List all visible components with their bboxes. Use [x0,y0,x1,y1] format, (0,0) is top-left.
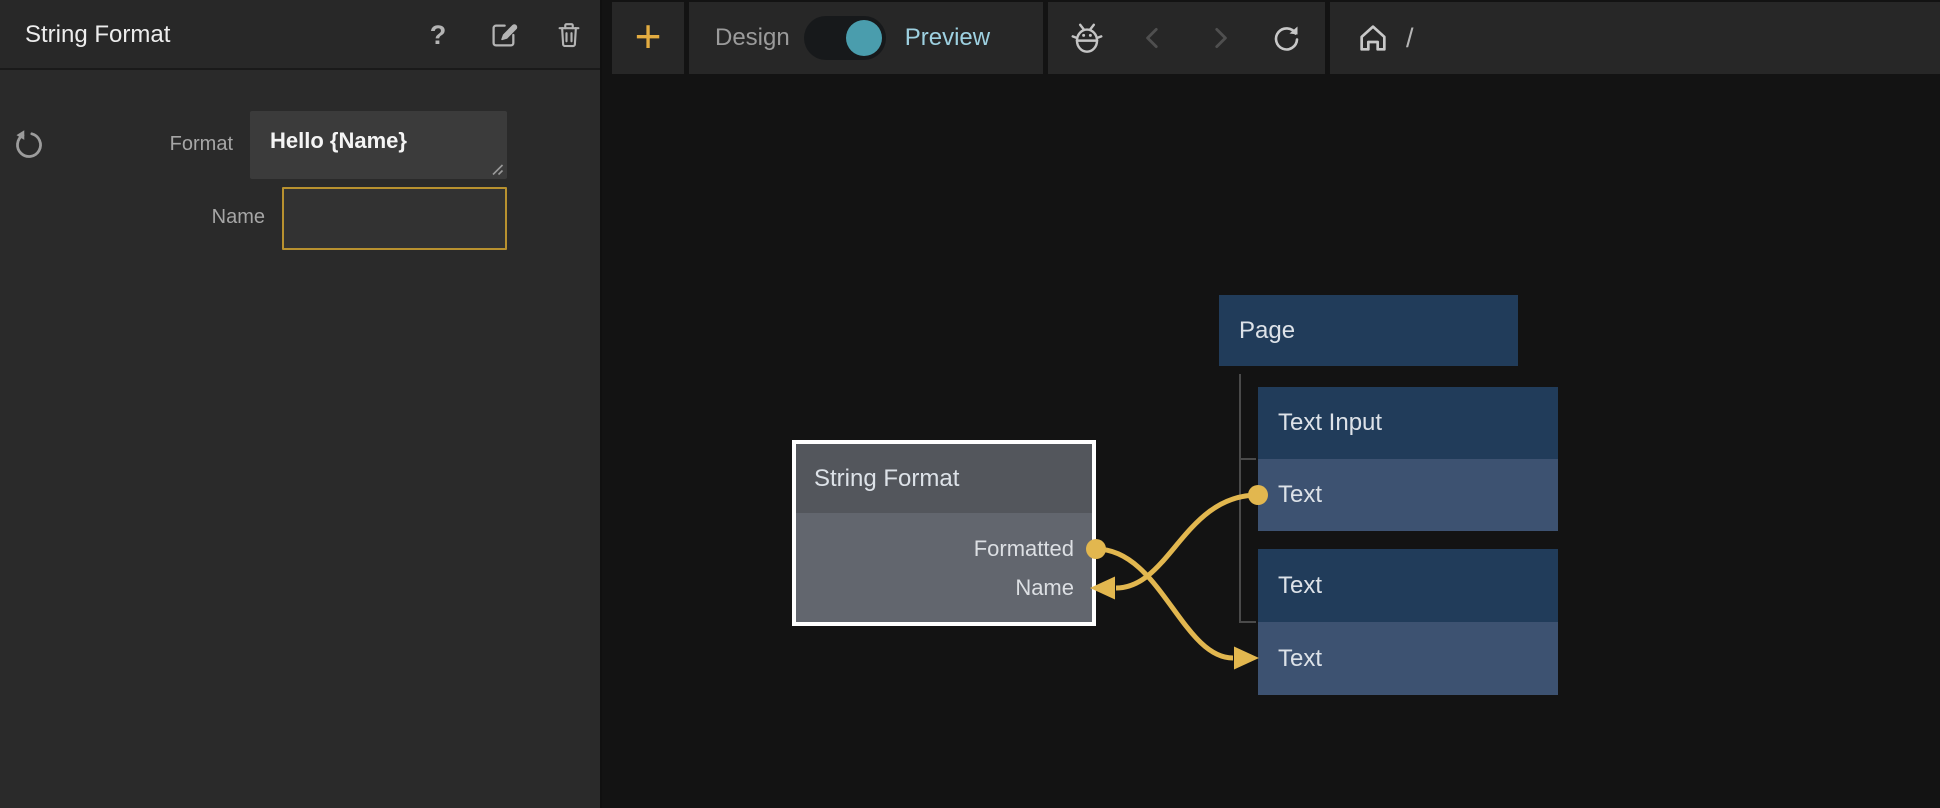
reset-icon [12,129,44,161]
url-bar-section: / [1330,2,1940,74]
node-title: Page [1239,317,1295,345]
nav-forward-icon [1207,25,1233,51]
node-string-format-header: String Format [796,444,1092,513]
name-property-label: Name [60,206,265,229]
format-textarea[interactable]: Hello {Name} [250,111,507,179]
help-button[interactable]: ? [420,0,456,70]
reset-button[interactable] [12,129,44,161]
name-input[interactable] [282,187,507,250]
connection-formatted-to-text[interactable] [1096,549,1233,658]
node-text-header: Text [1258,549,1558,622]
debug-button[interactable] [1068,19,1106,57]
node-page-header: Page [1219,295,1518,366]
help-icon: ? [430,20,447,51]
node-string-format-body: Formatted Name [796,513,1092,622]
port-label: Text [1278,481,1322,509]
property-panel-header: String Format ? [0,0,600,70]
node-text-input-port-text[interactable]: Text [1258,459,1558,531]
home-button[interactable] [1354,19,1392,57]
connection-arrowhead [1234,647,1259,670]
refresh-button[interactable] [1267,19,1305,57]
nav-back-icon [1140,25,1166,51]
design-preview-toggle[interactable] [804,16,886,60]
delete-button[interactable] [551,0,587,70]
preview-mode-label[interactable]: Preview [905,24,990,52]
node-title: Text Input [1278,409,1382,437]
port-name[interactable]: Name [1015,575,1074,601]
node-text-input-header: Text Input [1258,387,1558,459]
edit-icon [488,19,520,51]
resize-handle[interactable] [489,161,504,176]
toolbar: + Design Preview [602,0,1940,74]
tree-connector-tick [1239,458,1256,460]
node-string-format-selected[interactable]: String Format Formatted Name [792,440,1096,626]
node-title: Text [1278,572,1322,600]
plus-icon: + [635,13,662,59]
port-formatted[interactable]: Formatted [974,536,1074,562]
node-text-input[interactable]: Text Input Text [1258,387,1558,531]
tree-connector-tick [1239,621,1256,623]
home-icon [1356,21,1390,55]
nav-forward-button[interactable] [1201,19,1239,57]
node-graph-canvas[interactable]: Page Text Input Text Text Text String Fo… [602,74,1940,808]
node-text-port-text[interactable]: Text [1258,622,1558,695]
connection-textinput-to-name[interactable] [1116,495,1258,588]
node-page[interactable]: Page [1219,295,1518,366]
port-label: Text [1278,645,1322,673]
toggle-knob [846,20,882,56]
url-path: / [1406,23,1414,54]
nav-back-button[interactable] [1134,19,1172,57]
trash-icon [554,20,584,50]
property-panel: String Format ? Format Hello {Name} [0,0,602,808]
mode-section: Design Preview [689,2,1043,74]
node-text[interactable]: Text Text [1258,549,1558,695]
tree-connector-line [1239,374,1241,622]
design-mode-label[interactable]: Design [715,24,790,52]
format-value: Hello {Name} [270,128,407,153]
format-property-label: Format [60,133,233,156]
debug-section [1048,2,1325,74]
node-title: String Format [814,465,959,493]
add-node-button[interactable]: + [612,2,684,74]
refresh-icon [1268,20,1304,56]
panel-title: String Format [25,0,170,70]
debug-bug-icon [1068,19,1106,57]
edit-button[interactable] [486,0,522,70]
